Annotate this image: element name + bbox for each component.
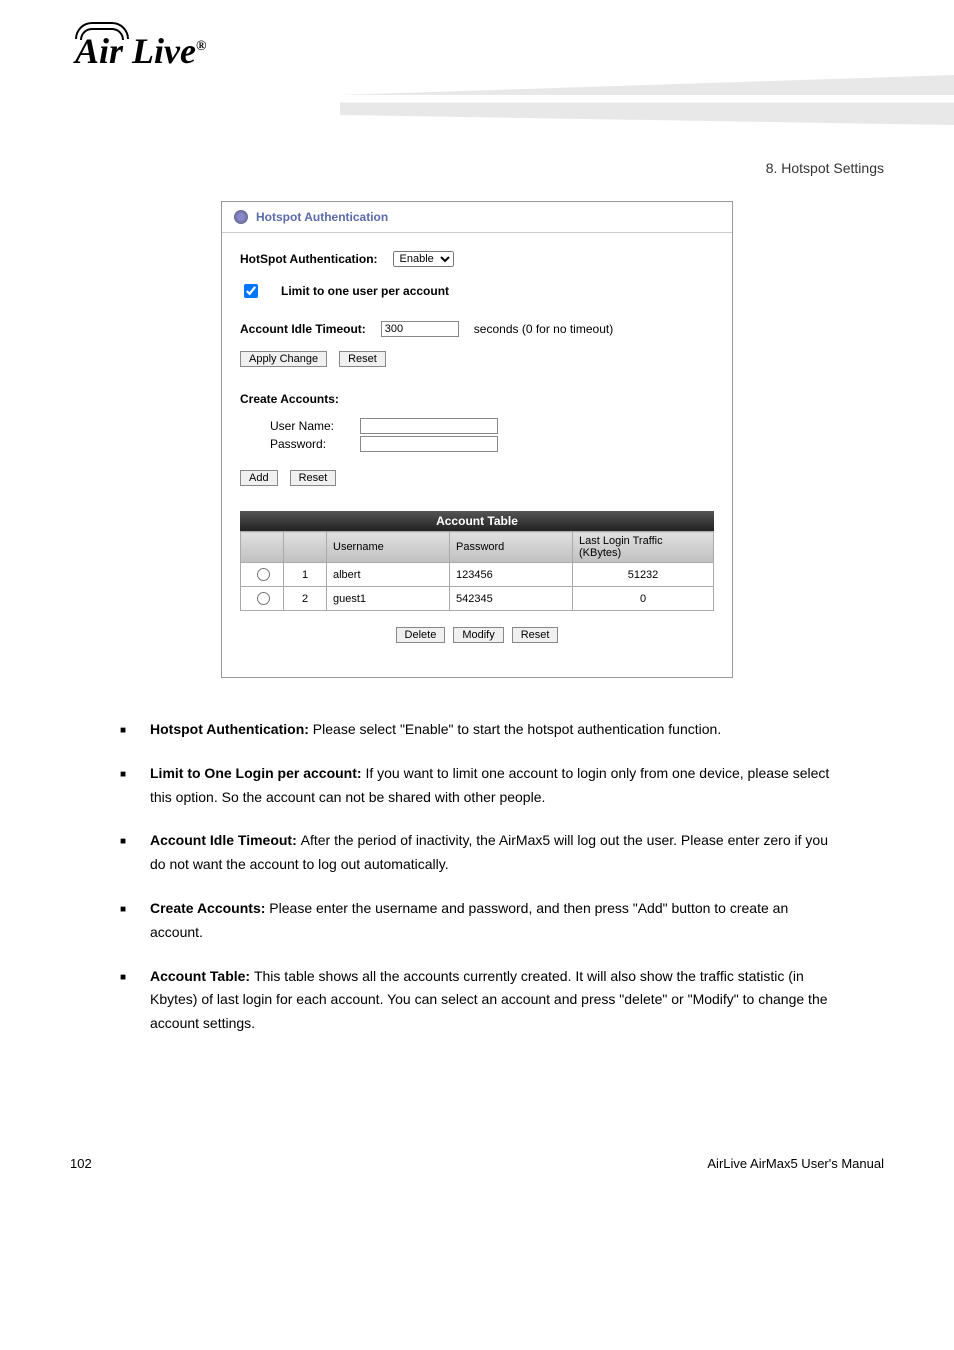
reset-button[interactable]: Reset [339, 351, 386, 367]
header-username: Username [327, 532, 450, 563]
header-traffic: Last Login Traffic (KBytes) [573, 532, 714, 563]
list-item-text: Limit to One Login per account: If you w… [150, 762, 844, 810]
logo: Air Live® [75, 30, 206, 72]
header-swoosh [340, 75, 954, 125]
list-item-text: Hotspot Authentication: Please select "E… [150, 718, 844, 742]
row-radio[interactable] [257, 592, 270, 605]
limit-checkbox[interactable] [244, 284, 258, 298]
bullet-icon: ■ [120, 829, 150, 877]
table-row: 2 guest1 542345 0 [241, 587, 714, 611]
account-table: Username Password Last Login Traffic (KB… [240, 531, 714, 611]
panel-title: Hotspot Authentication [256, 210, 388, 224]
table-row: 1 albert 123456 51232 [241, 563, 714, 587]
reset-button-2[interactable]: Reset [290, 470, 337, 486]
bullet-icon: ■ [120, 762, 150, 810]
auth-label: HotSpot Authentication: [240, 252, 378, 266]
chapter-title: 8. Hotspot Settings [766, 160, 884, 176]
modify-button[interactable]: Modify [453, 627, 503, 643]
bullet-icon: ■ [120, 718, 150, 742]
timeout-input[interactable] [381, 321, 459, 337]
page-number: 102 [70, 1156, 92, 1171]
list-item-text: Create Accounts: Please enter the userna… [150, 897, 844, 945]
manual-title: AirLive AirMax5 User's Manual [707, 1156, 884, 1171]
username-input[interactable] [360, 418, 498, 434]
timeout-label: Account Idle Timeout: [240, 322, 366, 336]
config-screenshot: Hotspot Authentication HotSpot Authentic… [221, 201, 733, 678]
delete-button[interactable]: Delete [396, 627, 446, 643]
list-item-text: Account Table: This table shows all the … [150, 965, 844, 1036]
bullet-icon: ■ [120, 897, 150, 945]
username-label: User Name: [270, 419, 360, 433]
apply-change-button[interactable]: Apply Change [240, 351, 327, 367]
row-radio[interactable] [257, 568, 270, 581]
description-list: ■ Hotspot Authentication: Please select … [120, 718, 844, 1036]
password-input[interactable] [360, 436, 498, 452]
add-button[interactable]: Add [240, 470, 278, 486]
password-label: Password: [270, 437, 360, 451]
list-item-text: Account Idle Timeout: After the period o… [150, 829, 844, 877]
bullet-icon: ■ [120, 965, 150, 1036]
header-password: Password [450, 532, 573, 563]
table-title: Account Table [240, 511, 714, 531]
create-accounts-label: Create Accounts: [240, 392, 714, 406]
gear-icon [234, 210, 248, 224]
limit-label: Limit to one user per account [281, 284, 449, 298]
auth-select[interactable]: Enable [393, 251, 454, 267]
reset-button-3[interactable]: Reset [512, 627, 559, 643]
timeout-suffix: seconds (0 for no timeout) [474, 322, 613, 336]
